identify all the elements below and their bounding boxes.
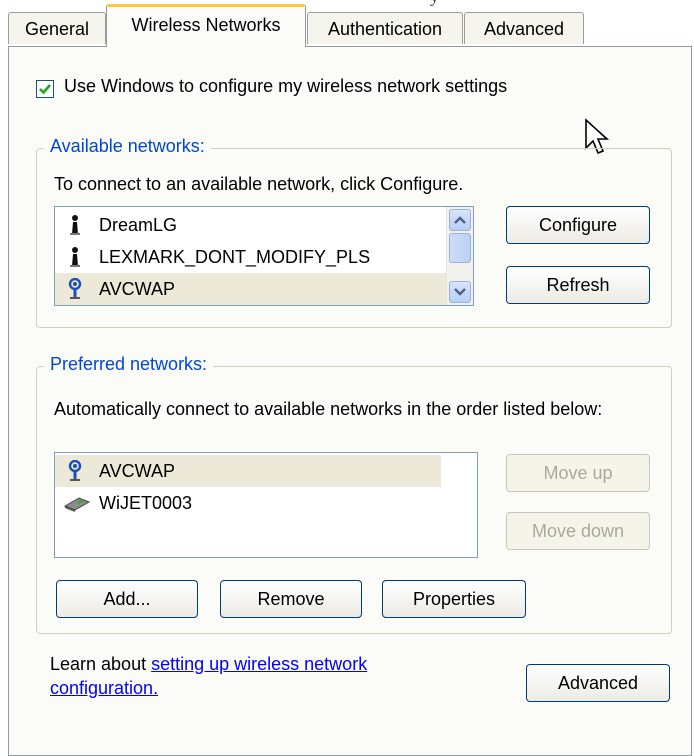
wireless-signal-icon bbox=[68, 278, 82, 299]
tab-advanced[interactable]: Advanced bbox=[464, 12, 584, 44]
preferred-networks-legend: Preferred networks: bbox=[44, 354, 214, 375]
preferred-networks-list[interactable]: AVCWAP WiJET0003 bbox=[54, 452, 478, 558]
refresh-button[interactable]: Refresh bbox=[506, 266, 650, 304]
adhoc-card-icon bbox=[63, 497, 91, 512]
available-networks-instruction: To connect to an available network, clic… bbox=[54, 174, 464, 194]
use-windows-checkbox[interactable] bbox=[36, 80, 54, 98]
tab-wireless-networks[interactable]: Wireless Networks bbox=[106, 4, 306, 47]
antenna-icon bbox=[70, 247, 80, 267]
setup-help-link-continued[interactable]: configuration. bbox=[50, 678, 158, 698]
tab-strip: General Wireless Networks Authentication… bbox=[0, 0, 694, 48]
chevron-down-icon bbox=[454, 288, 466, 296]
preferred-networks-instruction: Automatically connect to available netwo… bbox=[54, 399, 603, 419]
tab-general[interactable]: General bbox=[8, 12, 106, 44]
advanced-button[interactable]: Advanced bbox=[526, 664, 670, 702]
available-list-scrollbar[interactable] bbox=[446, 207, 473, 305]
configure-button[interactable]: Configure bbox=[506, 206, 650, 244]
add-button[interactable]: Add... bbox=[56, 580, 198, 618]
list-item[interactable]: WiJET0003 bbox=[55, 487, 441, 519]
available-networks-legend: Available networks: bbox=[44, 136, 211, 157]
learn-about-prefix: Learn about bbox=[50, 654, 152, 674]
list-item-selected[interactable]: AVCWAP bbox=[55, 273, 447, 305]
available-networks-list[interactable]: DreamLG LEXMARK_DONT_MODIFY_PLS AVCWAP bbox=[54, 206, 474, 306]
list-item-selected[interactable]: AVCWAP bbox=[55, 455, 441, 487]
scroll-up-button[interactable] bbox=[449, 209, 471, 231]
tab-authentication[interactable]: Authentication bbox=[307, 12, 463, 44]
use-windows-label[interactable]: Use Windows to configure my wireless net… bbox=[64, 76, 507, 97]
list-item[interactable]: LEXMARK_DONT_MODIFY_PLS bbox=[55, 241, 447, 273]
checkmark-icon bbox=[39, 84, 51, 95]
list-item[interactable]: DreamLG bbox=[55, 209, 447, 241]
remove-button[interactable]: Remove bbox=[220, 580, 362, 618]
scroll-down-button[interactable] bbox=[449, 281, 471, 303]
chevron-up-icon bbox=[454, 216, 466, 224]
learn-about-text: Learn about setting up wireless network … bbox=[50, 652, 367, 700]
move-down-button[interactable]: Move down bbox=[506, 512, 650, 550]
wireless-signal-icon bbox=[68, 460, 82, 481]
setup-help-link[interactable]: setting up wireless network bbox=[151, 654, 367, 674]
scroll-thumb[interactable] bbox=[449, 233, 471, 263]
antenna-icon bbox=[70, 215, 80, 235]
properties-button[interactable]: Properties bbox=[382, 580, 526, 618]
move-up-button[interactable]: Move up bbox=[506, 454, 650, 492]
